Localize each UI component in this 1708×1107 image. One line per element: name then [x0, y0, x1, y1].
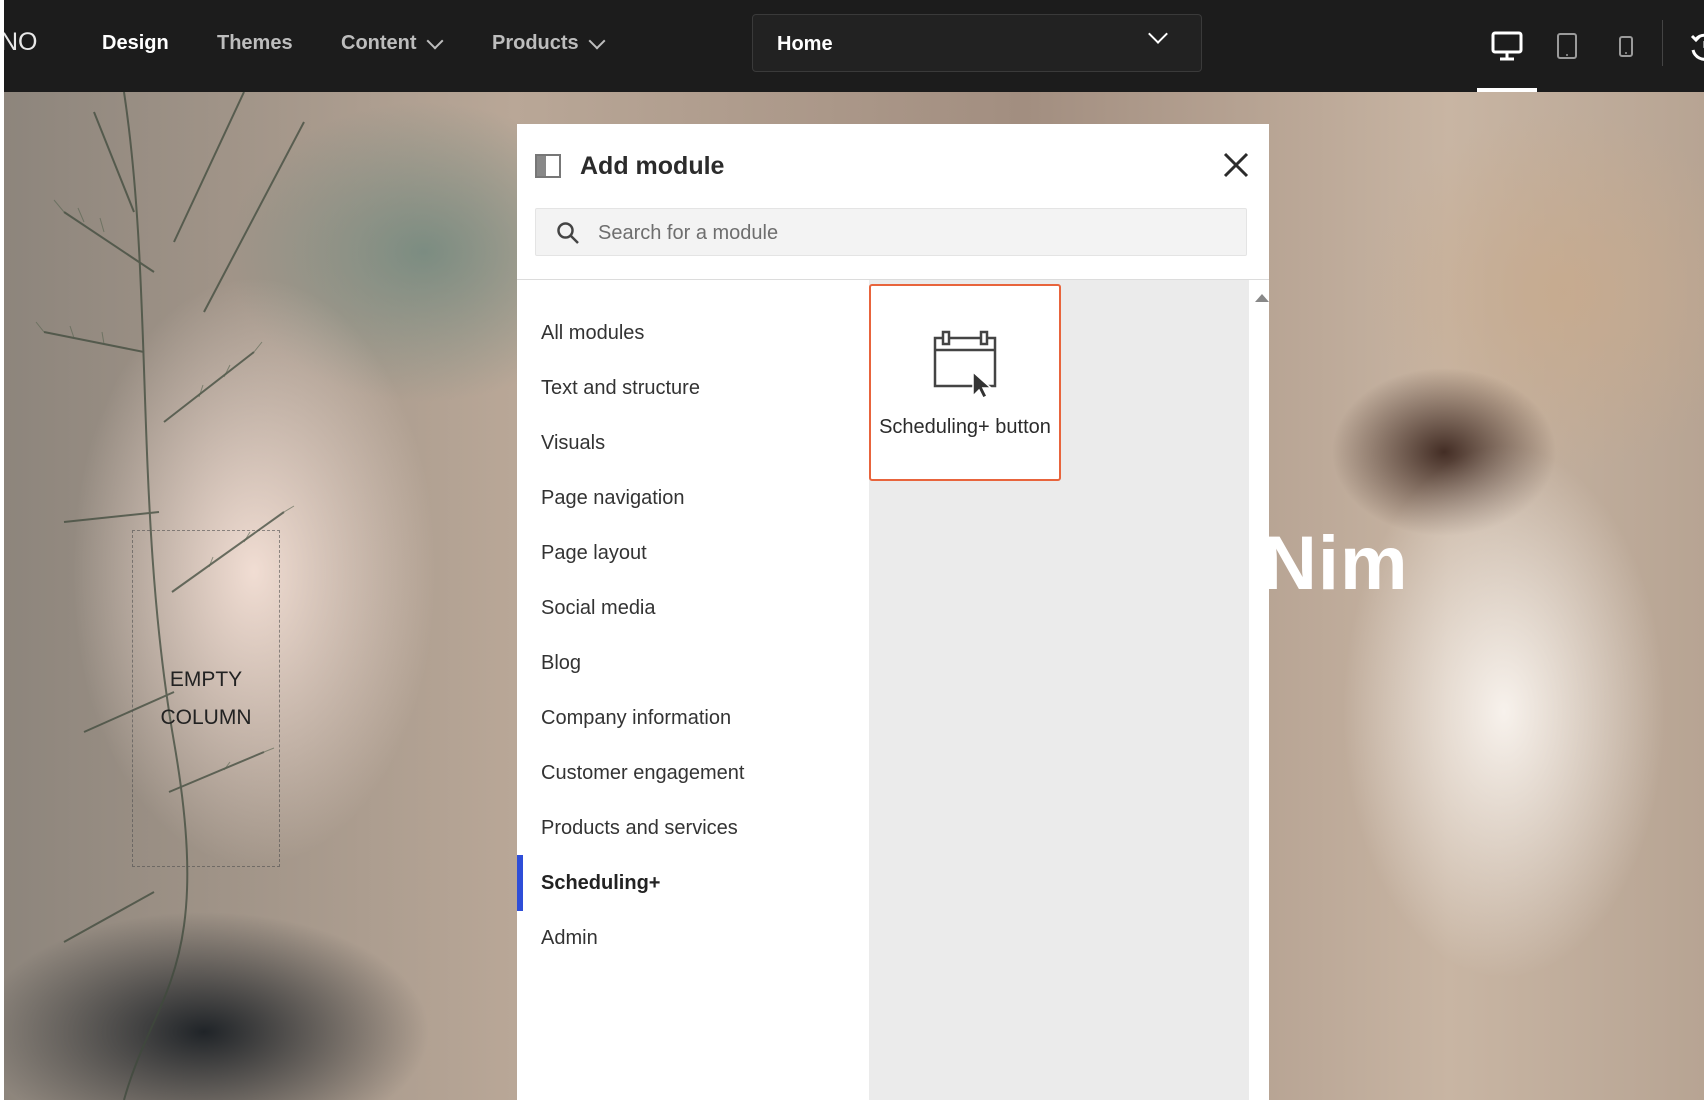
- active-device-indicator: [1477, 88, 1537, 92]
- category-company-information[interactable]: Company information: [517, 690, 869, 746]
- brand-logo-text: NO: [4, 28, 38, 56]
- module-search-box[interactable]: [535, 208, 1247, 256]
- editor-window: EMPTY COLUMN Nim NO Design Themes Conten…: [4, 0, 1704, 1100]
- empty-column-placeholder[interactable]: EMPTY COLUMN: [132, 530, 280, 867]
- nav-themes[interactable]: Themes: [217, 32, 293, 55]
- category-all-modules[interactable]: All modules: [517, 305, 869, 361]
- close-icon[interactable]: [1221, 150, 1251, 180]
- module-card-scheduling-button[interactable]: Scheduling+ button: [869, 284, 1061, 481]
- results-scrollbar[interactable]: [1249, 280, 1269, 1100]
- category-social-media[interactable]: Social media: [517, 580, 869, 636]
- module-category-list: All modules Text and structure Visuals P…: [517, 280, 869, 1100]
- add-module-panel: Add module All modules Text and structur…: [517, 124, 1269, 1100]
- category-page-navigation[interactable]: Page navigation: [517, 470, 869, 526]
- calendar-cursor-icon: [933, 330, 997, 398]
- nav-design[interactable]: Design: [102, 32, 169, 55]
- add-module-title: Add module: [580, 152, 725, 180]
- mobile-icon[interactable]: [1616, 30, 1636, 62]
- chevron-down-icon: [588, 32, 606, 49]
- category-products-and-services[interactable]: Products and services: [517, 800, 869, 856]
- chevron-down-icon: [1148, 24, 1168, 44]
- panel-toggle-icon[interactable]: [535, 154, 561, 178]
- category-admin[interactable]: Admin: [517, 910, 869, 966]
- desktop-icon[interactable]: [1491, 30, 1523, 62]
- hero-heading: Nim: [1262, 521, 1409, 606]
- chevron-down-icon: [426, 32, 444, 49]
- nav-products[interactable]: Products: [492, 32, 606, 55]
- page-selector-value: Home: [777, 33, 833, 55]
- nav-products-label: Products: [492, 32, 579, 54]
- module-search-input[interactable]: [596, 215, 1220, 251]
- category-page-layout[interactable]: Page layout: [517, 525, 869, 581]
- category-scheduling-plus[interactable]: Scheduling+: [517, 855, 869, 911]
- nav-design-label: Design: [102, 32, 169, 54]
- category-text-and-structure[interactable]: Text and structure: [517, 360, 869, 416]
- module-card-label: Scheduling+ button: [879, 416, 1051, 438]
- empty-column-label: EMPTY COLUMN: [160, 667, 252, 729]
- nav-content[interactable]: Content: [341, 32, 444, 55]
- scroll-up-arrow-icon[interactable]: [1255, 294, 1269, 302]
- category-blog[interactable]: Blog: [517, 635, 869, 691]
- history-icon[interactable]: [1688, 30, 1704, 62]
- category-visuals[interactable]: Visuals: [517, 415, 869, 471]
- top-toolbar: NO Design Themes Content Products Home: [4, 0, 1704, 92]
- category-customer-engagement[interactable]: Customer engagement: [517, 745, 869, 801]
- toolbar-divider: [1662, 20, 1663, 66]
- tablet-icon[interactable]: [1555, 30, 1579, 62]
- page-selector-dropdown[interactable]: Home: [752, 14, 1202, 72]
- search-icon: [557, 222, 579, 244]
- nav-themes-label: Themes: [217, 32, 293, 54]
- nav-content-label: Content: [341, 32, 417, 54]
